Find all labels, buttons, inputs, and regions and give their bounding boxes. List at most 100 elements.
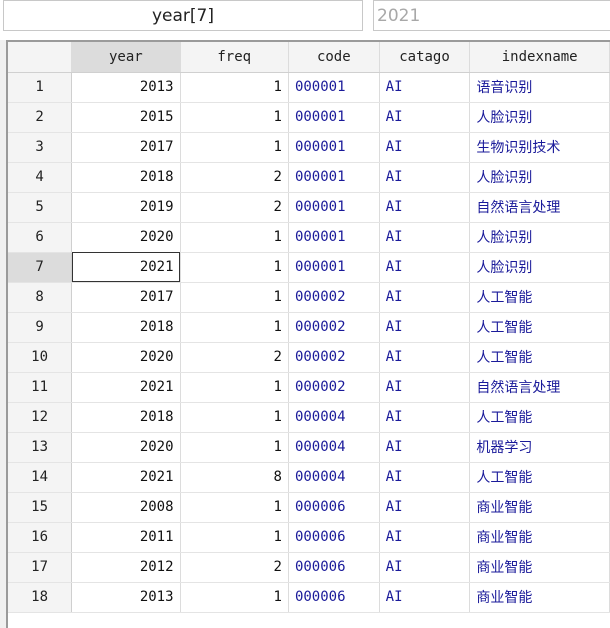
cell-code[interactable]: 000001 [288,192,380,223]
cell-catago[interactable]: AI [379,312,471,343]
cell-year[interactable]: 2018 [71,402,181,433]
cell-freq[interactable]: 1 [180,102,289,133]
table-row[interactable]: 12 2018 1 000004 AI 人工智能 [8,402,610,433]
cell-code[interactable]: 000002 [288,312,380,343]
cell-year[interactable]: 2020 [71,222,181,253]
table-row[interactable]: 5 2019 2 000001 AI 自然语言处理 [8,192,610,223]
cell-freq[interactable]: 1 [180,372,289,403]
cell-indexname[interactable]: 商业智能 [469,552,610,583]
cell-catago[interactable]: AI [379,342,471,373]
cell-indexname[interactable]: 生物识别技术 [469,132,610,163]
row-number[interactable]: 1 [8,72,73,103]
row-number[interactable]: 17 [8,552,73,583]
cell-year[interactable]: 2011 [71,522,181,553]
table-row[interactable]: 8 2017 1 000002 AI 人工智能 [8,282,610,313]
cell-indexname[interactable]: 自然语言处理 [469,372,610,403]
cell-indexname[interactable]: 人脸识别 [469,222,610,253]
cell-value-field[interactable]: 2021 [373,0,610,31]
row-number[interactable]: 13 [8,432,73,463]
cell-catago[interactable]: AI [379,192,471,223]
cell-code[interactable]: 000001 [288,222,380,253]
table-row[interactable]: 1 2013 1 000001 AI 语音识别 [8,72,610,103]
row-number[interactable]: 8 [8,282,73,313]
cell-code[interactable]: 000006 [288,492,380,523]
row-number[interactable]: 7 [8,252,73,283]
table-row[interactable]: 17 2012 2 000006 AI 商业智能 [8,552,610,583]
data-grid[interactable]: year freq code catago indexname 1 2013 1 00… [6,40,610,628]
cell-freq[interactable]: 2 [180,342,289,373]
cell-freq[interactable]: 1 [180,252,289,283]
cell-year[interactable]: 2015 [71,102,181,133]
cell-year[interactable]: 2008 [71,492,181,523]
cell-indexname[interactable]: 人工智能 [469,462,610,493]
cell-catago[interactable]: AI [379,582,471,613]
cell-year[interactable]: 2017 [71,132,181,163]
column-header-year[interactable]: year [71,42,181,73]
cell-catago[interactable]: AI [379,72,471,103]
row-number[interactable]: 2 [8,102,73,133]
cell-catago[interactable]: AI [379,102,471,133]
cell-indexname[interactable]: 商业智能 [469,492,610,523]
cell-code[interactable]: 000001 [288,162,380,193]
cell-catago[interactable]: AI [379,402,471,433]
table-row[interactable]: 14 2021 8 000004 AI 人工智能 [8,462,610,493]
table-row[interactable]: 18 2013 1 000006 AI 商业智能 [8,582,610,613]
row-number[interactable]: 4 [8,162,73,193]
cell-year[interactable]: 2019 [71,192,181,223]
row-number[interactable]: 11 [8,372,73,403]
corner-cell[interactable] [8,42,73,73]
cell-year[interactable]: 2021 [71,462,181,493]
cell-freq[interactable]: 1 [180,522,289,553]
cell-catago[interactable]: AI [379,132,471,163]
cell-year[interactable]: 2021 [71,372,181,403]
cell-freq[interactable]: 1 [180,312,289,343]
cell-code[interactable]: 000006 [288,552,380,583]
cell-catago[interactable]: AI [379,162,471,193]
variable-name-box[interactable]: year[7] [3,0,363,31]
row-number[interactable]: 5 [8,192,73,223]
cell-catago[interactable]: AI [379,522,471,553]
cell-year[interactable]: 2020 [71,432,181,463]
row-number[interactable]: 3 [8,132,73,163]
cell-code[interactable]: 000001 [288,252,380,283]
row-number[interactable]: 16 [8,522,73,553]
table-row[interactable]: 10 2020 2 000002 AI 人工智能 [8,342,610,373]
table-row[interactable]: 15 2008 1 000006 AI 商业智能 [8,492,610,523]
cell-code[interactable]: 000001 [288,132,380,163]
cell-code[interactable]: 000004 [288,432,380,463]
cell-code[interactable]: 000001 [288,72,380,103]
table-row[interactable]: 3 2017 1 000001 AI 生物识别技术 [8,132,610,163]
cell-indexname[interactable]: 商业智能 [469,582,610,613]
cell-freq[interactable]: 2 [180,162,289,193]
column-header-indexname[interactable]: indexname [469,42,610,73]
table-row[interactable]: 16 2011 1 000006 AI 商业智能 [8,522,610,553]
row-number[interactable]: 14 [8,462,73,493]
cell-year[interactable]: 2021 [71,252,181,283]
cell-code[interactable]: 000004 [288,462,380,493]
cell-indexname[interactable]: 人工智能 [469,402,610,433]
cell-freq[interactable]: 1 [180,282,289,313]
cell-indexname[interactable]: 人工智能 [469,312,610,343]
cell-freq[interactable]: 1 [180,492,289,523]
cell-indexname[interactable]: 人工智能 [469,282,610,313]
table-row[interactable]: 6 2020 1 000001 AI 人脸识别 [8,222,610,253]
cell-indexname[interactable]: 机器学习 [469,432,610,463]
cell-year[interactable]: 2012 [71,552,181,583]
cell-code[interactable]: 000002 [288,372,380,403]
table-row[interactable]: 9 2018 1 000002 AI 人工智能 [8,312,610,343]
cell-catago[interactable]: AI [379,492,471,523]
cell-catago[interactable]: AI [379,222,471,253]
cell-code[interactable]: 000006 [288,582,380,613]
table-row[interactable]: 2 2015 1 000001 AI 人脸识别 [8,102,610,133]
cell-year[interactable]: 2013 [71,72,181,103]
table-row[interactable]: 4 2018 2 000001 AI 人脸识别 [8,162,610,193]
row-number[interactable]: 12 [8,402,73,433]
cell-code[interactable]: 000002 [288,342,380,373]
column-header-freq[interactable]: freq [180,42,289,73]
cell-indexname[interactable]: 人工智能 [469,342,610,373]
row-number[interactable]: 18 [8,582,73,613]
cell-catago[interactable]: AI [379,432,471,463]
cell-freq[interactable]: 1 [180,432,289,463]
table-row[interactable]: 13 2020 1 000004 AI 机器学习 [8,432,610,463]
cell-indexname[interactable]: 人脸识别 [469,162,610,193]
